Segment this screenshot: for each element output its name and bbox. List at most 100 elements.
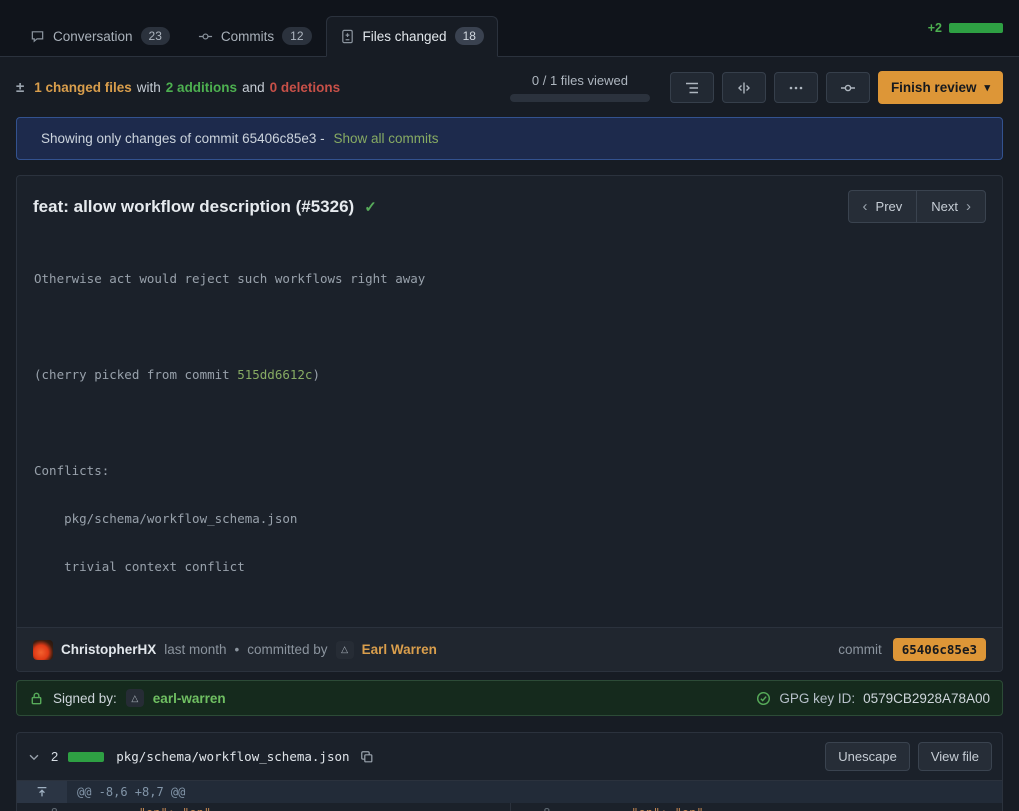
commit-message-line: pkg/schema/workflow_schema.json xyxy=(34,511,985,527)
signer-avatar[interactable]: △ xyxy=(126,689,144,707)
commit-title: feat: allow workflow description (#5326)… xyxy=(33,197,377,217)
expand-hunk-button[interactable] xyxy=(17,781,67,803)
prev-commit-button[interactable]: ‹ Prev xyxy=(848,190,917,223)
cherry-pick-text: ) xyxy=(312,367,320,382)
prev-label: Prev xyxy=(876,199,903,214)
file-tree-icon xyxy=(684,80,700,96)
new-line-number[interactable]: 8 xyxy=(510,803,560,811)
committed-by-label: committed by xyxy=(247,642,327,657)
diff-toolbar-actions: 0 / 1 files viewed xyxy=(510,71,1003,104)
diff-split-view: @@ -8,6 +8,7 @@ 8 "on": "on", 8 "on": "o… xyxy=(17,780,1002,811)
additions-count: +2 xyxy=(928,21,942,35)
tab-files-changed[interactable]: Files changed 18 xyxy=(326,16,498,57)
new-code-line: "on": "on", xyxy=(560,803,1003,811)
commit-date: last month xyxy=(164,642,226,657)
summary-text: and xyxy=(242,80,265,95)
global-diff-stats: +2 xyxy=(928,21,1003,35)
avatar-glyph: △ xyxy=(341,644,348,655)
summary-text: with xyxy=(137,80,161,95)
gpg-key-id: 0579CB2928A78A00 xyxy=(863,691,990,706)
copy-file-name-icon[interactable] xyxy=(360,750,374,764)
commit-label: commit xyxy=(838,642,882,657)
file-diff-card: 2 pkg/schema/workflow_schema.json Unesca… xyxy=(16,732,1003,811)
commit-select-button[interactable] xyxy=(826,72,870,103)
commits-count-badge: 12 xyxy=(282,27,311,45)
additions-text: 2 additions xyxy=(166,80,237,95)
commit-title-text: feat: allow workflow description (#5326) xyxy=(33,197,354,217)
files-viewed-bar xyxy=(510,94,650,102)
author-avatar[interactable] xyxy=(33,640,53,660)
signer-link[interactable]: earl-warren xyxy=(153,691,226,706)
view-file-button[interactable]: View file xyxy=(918,742,992,771)
file-name: pkg/schema/workflow_schema.json xyxy=(116,749,349,764)
tab-files-changed-label: Files changed xyxy=(363,29,447,44)
commit-meta-bar: ChristopherHX last month • committed by … xyxy=(17,627,1002,671)
diff-options-button[interactable] xyxy=(774,72,818,103)
file-change-count: 2 xyxy=(51,749,58,764)
old-line-number[interactable]: 8 xyxy=(17,803,67,811)
commit-icon xyxy=(840,80,856,96)
changed-files-summary: ± 1 changed files with 2 additions and 0… xyxy=(16,79,340,96)
diff-icon: ± xyxy=(16,79,24,96)
chevron-right-icon: › xyxy=(966,198,971,215)
pr-tabbar: Conversation 23 Commits 12 Files changed… xyxy=(0,0,1019,57)
gpg-key-label: GPG key ID: xyxy=(779,691,855,706)
tab-commits[interactable]: Commits 12 xyxy=(184,16,326,57)
author-link[interactable]: ChristopherHX xyxy=(61,642,156,657)
finish-review-button[interactable]: Finish review ▾ xyxy=(878,71,1003,104)
committer-link[interactable]: Earl Warren xyxy=(362,642,437,657)
chevron-left-icon: ‹ xyxy=(863,198,868,215)
blank-line xyxy=(34,319,985,335)
signature-bar: Signed by: △ earl-warren GPG key ID: 057… xyxy=(16,680,1003,716)
commit-message-line: trivial context conflict xyxy=(34,559,985,575)
next-label: Next xyxy=(931,199,958,214)
diff-stat-bar xyxy=(949,23,1003,33)
file-tree-toggle-button[interactable] xyxy=(670,72,714,103)
pull-request-files-page: Conversation 23 Commits 12 Files changed… xyxy=(0,0,1019,811)
collapse-file-chevron-icon[interactable] xyxy=(27,750,41,764)
cherry-pick-text: (cherry picked from commit xyxy=(34,367,237,382)
dot-separator: • xyxy=(235,642,240,657)
tab-conversation-label: Conversation xyxy=(53,29,133,44)
file-diff-icon xyxy=(340,29,355,44)
commit-pager: ‹ Prev Next › xyxy=(848,190,986,223)
files-count-badge: 18 xyxy=(455,27,484,45)
chevron-down-icon: ▾ xyxy=(984,81,990,94)
tab-conversation[interactable]: Conversation 23 xyxy=(16,16,184,57)
tab-commits-label: Commits xyxy=(221,29,274,44)
unescape-button[interactable]: Unescape xyxy=(825,742,910,771)
check-circle-icon xyxy=(756,691,771,706)
kebab-horizontal-icon xyxy=(788,80,804,96)
finish-review-label: Finish review xyxy=(891,80,977,95)
changed-files-count: 1 changed files xyxy=(34,80,132,95)
commit-card-header: feat: allow workflow description (#5326)… xyxy=(17,176,1002,225)
files-viewed-label: 0 / 1 files viewed xyxy=(532,73,628,88)
commit-message-line: Conflicts: xyxy=(34,463,985,479)
conversation-icon xyxy=(30,29,45,44)
hunk-header: @@ -8,6 +8,7 @@ xyxy=(67,781,1002,803)
committer-avatar[interactable]: △ xyxy=(336,641,354,659)
blank-line xyxy=(34,415,985,431)
commit-filter-banner: Showing only changes of commit 65406c85e… xyxy=(16,117,1003,160)
ci-success-icon: ✓ xyxy=(364,198,377,216)
commit-icon xyxy=(198,29,213,44)
diff-toolbar: ± 1 changed files with 2 additions and 0… xyxy=(0,57,1019,108)
file-diff-header: 2 pkg/schema/workflow_schema.json Unesca… xyxy=(17,733,1002,780)
commit-message-line: (cherry picked from commit 515dd6612c) xyxy=(34,367,985,383)
lock-icon xyxy=(29,691,44,706)
old-code-line: "on": "on", xyxy=(67,803,510,811)
show-all-commits-link[interactable]: Show all commits xyxy=(333,131,438,146)
whitespace-icon xyxy=(736,80,752,96)
cherry-pick-hash-link[interactable]: 515dd6612c xyxy=(237,367,312,382)
conversation-count-badge: 23 xyxy=(141,27,170,45)
banner-message: Showing only changes of commit 65406c85e… xyxy=(41,131,325,146)
whitespace-toggle-button[interactable] xyxy=(722,72,766,103)
commit-message-line: Otherwise act would reject such workflow… xyxy=(34,271,985,287)
avatar-glyph: △ xyxy=(131,693,138,704)
signed-by-label: Signed by: xyxy=(53,691,117,706)
file-diff-stat-bar xyxy=(68,752,104,762)
deletions-text: 0 deletions xyxy=(270,80,341,95)
commit-sha-badge[interactable]: 65406c85e3 xyxy=(893,638,986,661)
next-commit-button[interactable]: Next › xyxy=(916,190,986,223)
commit-message: Otherwise act would reject such workflow… xyxy=(17,225,1002,627)
